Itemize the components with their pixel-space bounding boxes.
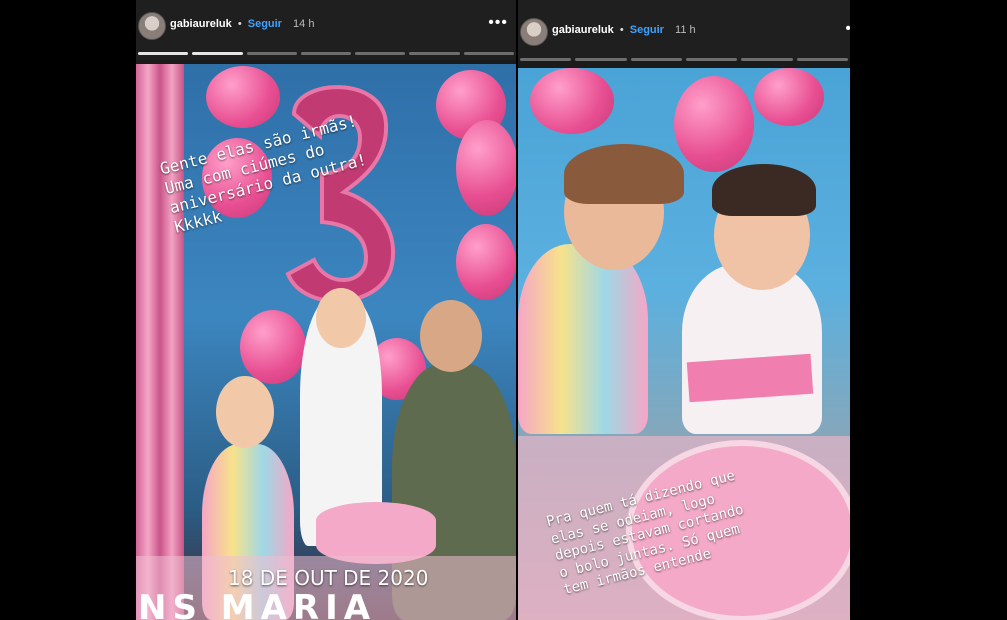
progress-segment [575,58,627,61]
balloon [456,224,516,300]
progress-segment [741,58,793,61]
more-options-icon[interactable]: ••• [488,14,508,32]
story-header: gabiaureluk • Seguir 11 h • [518,0,850,61]
pink-curtain [136,64,184,620]
username-link[interactable]: gabiaureluk [170,18,232,30]
progress-segment [300,52,352,55]
child-face [216,376,274,448]
progress-segment [355,52,406,55]
story-progress-bar [138,52,514,55]
more-options-icon[interactable]: • [845,20,850,38]
story-meta: gabiaureluk • Seguir 11 h [552,24,696,36]
date-sticker: 18 DE OUT DE 2020 [228,566,429,590]
progress-segment [192,52,243,55]
story-progress-bar [520,58,848,61]
balloon [206,66,280,128]
birthday-cake [316,502,436,564]
hair [564,144,684,204]
story-panel-1[interactable]: Gente elas são irmãs! Uma com ciúmes do … [136,0,516,620]
progress-segment [138,52,189,55]
progress-segment [409,52,460,55]
separator-dot: • [237,18,242,30]
child-left [518,244,648,434]
post-time: 14 h [293,18,315,30]
balloon [240,310,306,384]
avatar[interactable] [520,18,548,46]
username-link[interactable]: gabiaureluk [552,24,614,36]
name-banner-text: NS MARIA [138,588,377,620]
hair-bow [712,164,816,216]
balloon [530,68,614,134]
progress-segment [630,58,682,61]
progress-segment [685,58,738,61]
separator-dot: • [619,24,624,36]
child-right [682,264,822,434]
child-face [316,288,366,348]
progress-segment [246,52,297,55]
progress-segment [796,58,848,61]
progress-segment [520,58,572,61]
avatar[interactable] [138,12,166,40]
story-header: gabiaureluk • Seguir 14 h ••• [136,0,516,60]
balloon [754,68,824,126]
post-time: 11 h [675,24,696,36]
progress-segment [463,52,514,55]
story-meta: gabiaureluk • Seguir 14 h [170,18,314,30]
balloon [456,120,516,216]
balloon [674,76,754,172]
follow-button[interactable]: Seguir [630,24,664,36]
child-face [420,300,482,372]
story-panel-2[interactable]: Pra quem tá dizendo que elas se odeiam, … [518,0,850,620]
follow-button[interactable]: Seguir [248,18,282,30]
